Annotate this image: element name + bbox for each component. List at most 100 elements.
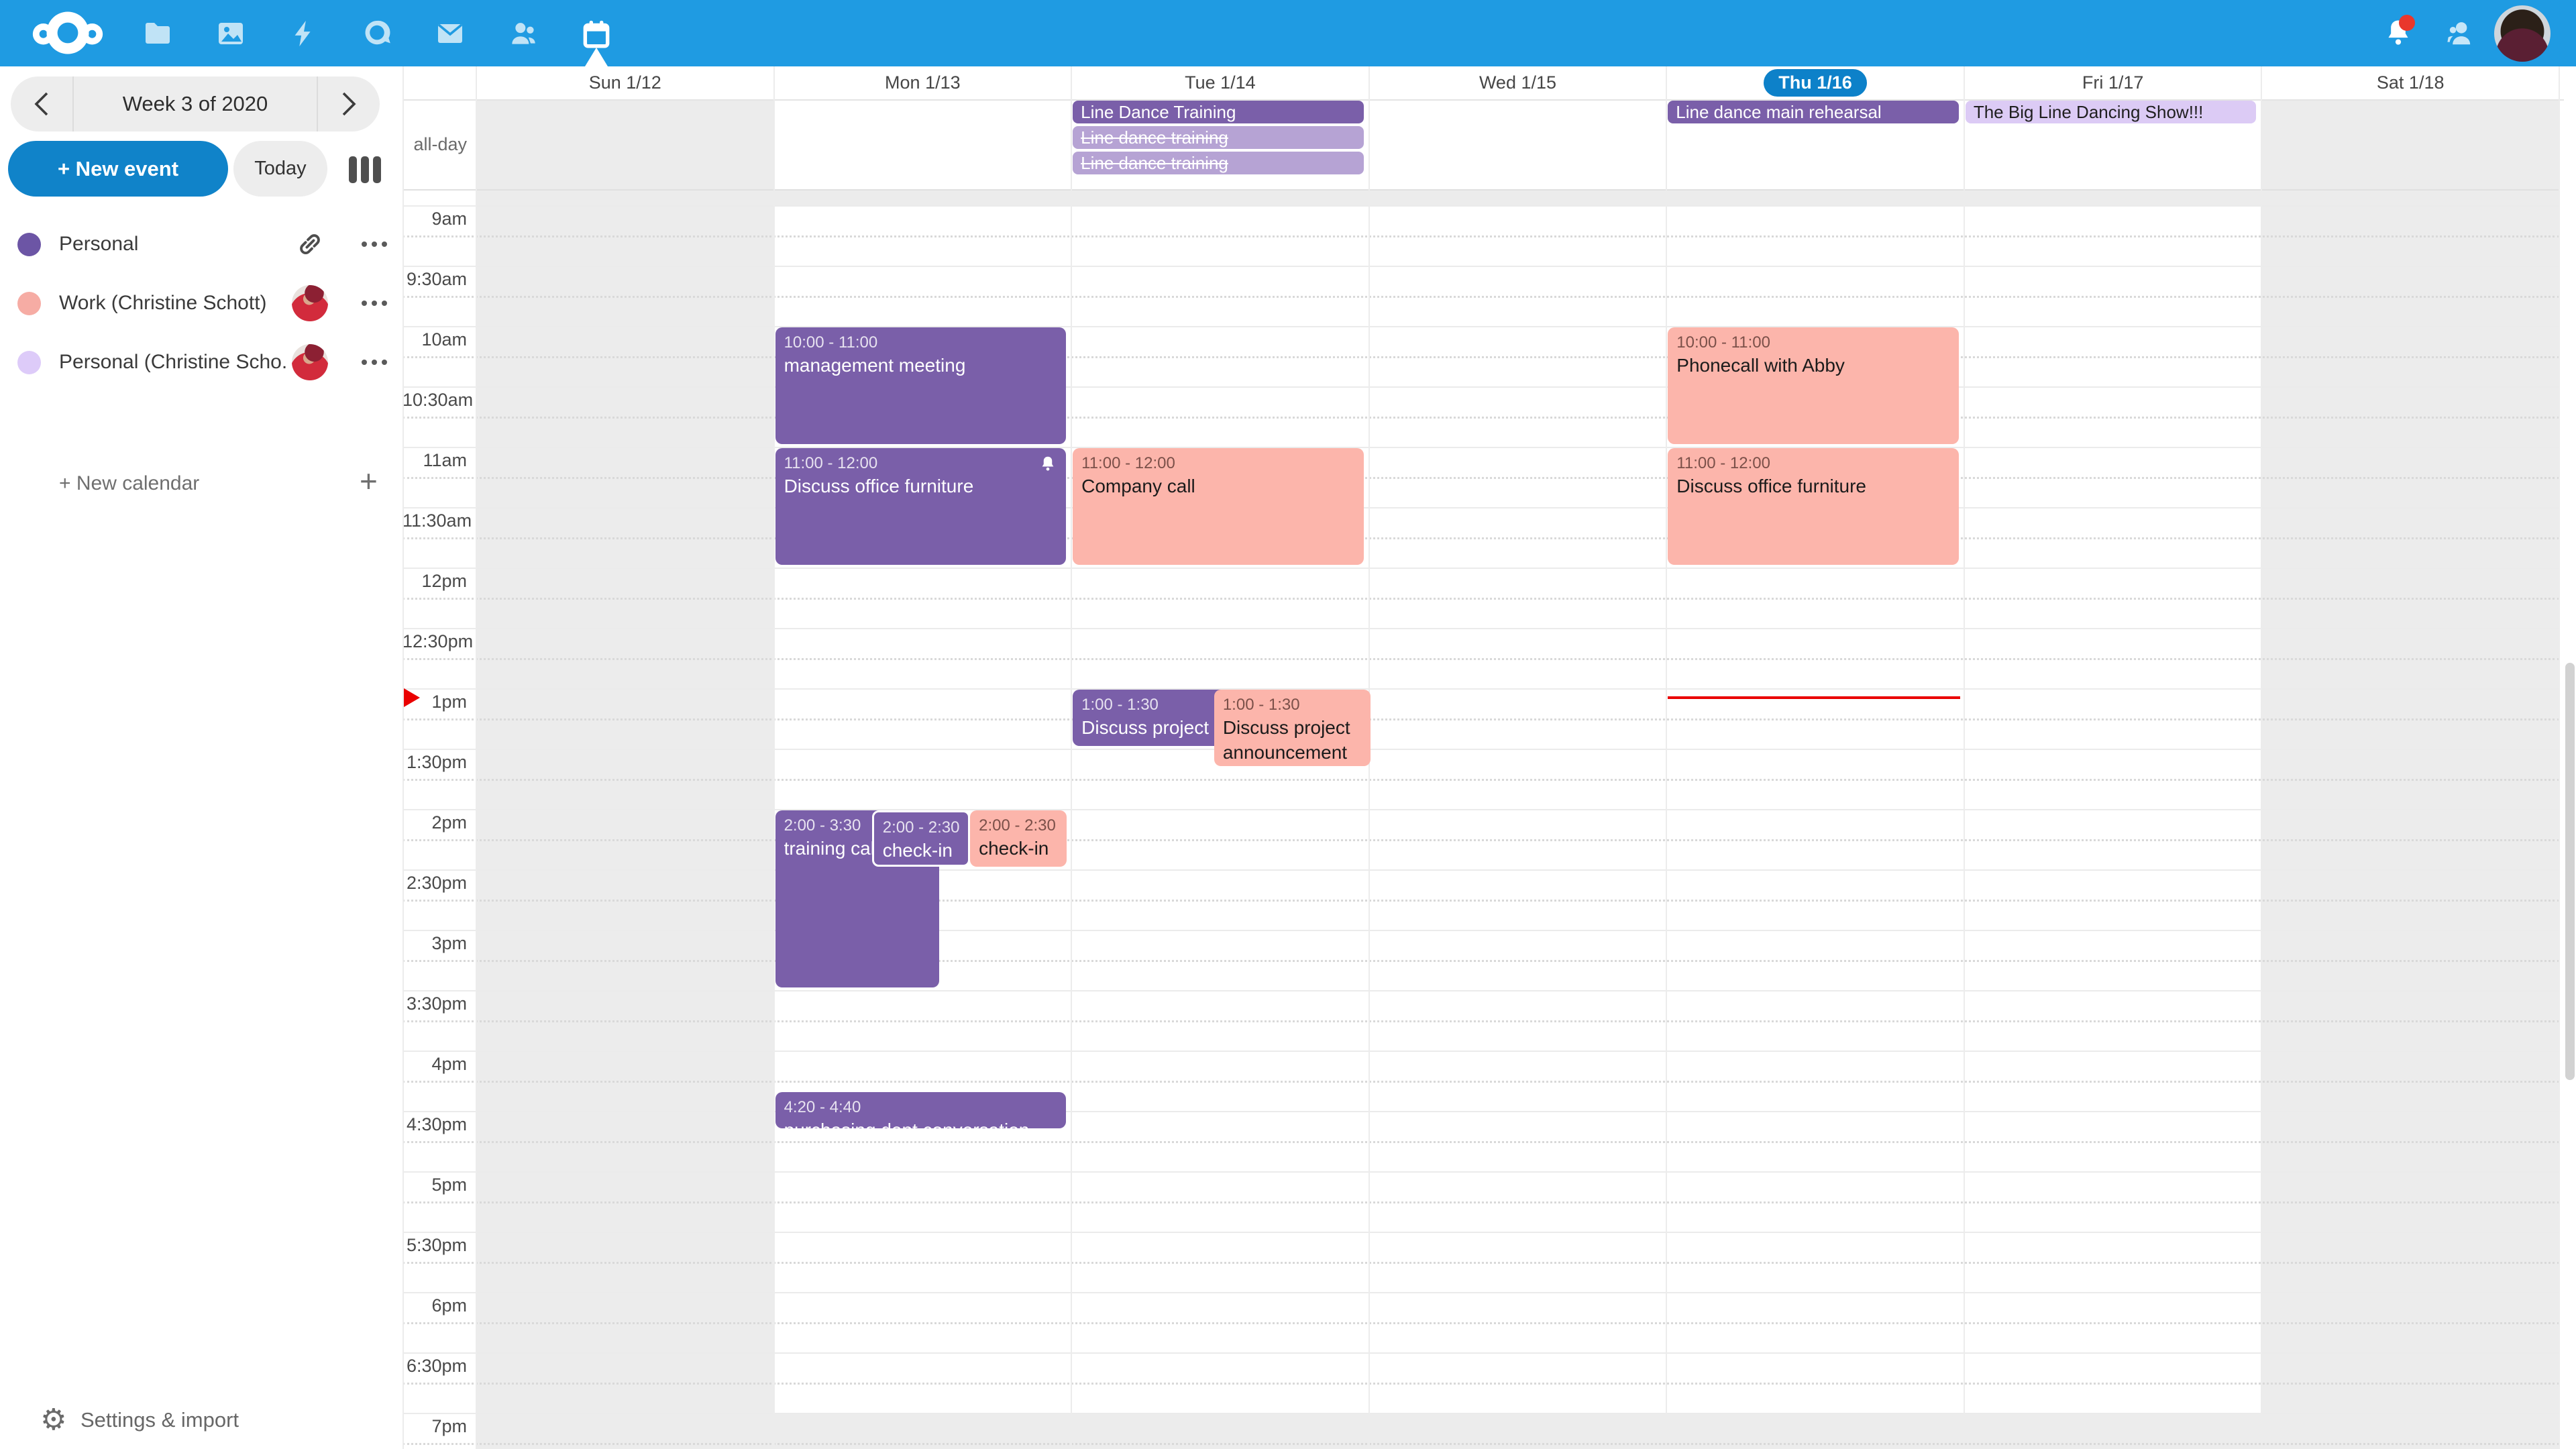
- day-header-sun[interactable]: Sun 1/12: [476, 66, 774, 99]
- event[interactable]: 11:00 - 12:00Discuss office furniture: [1668, 448, 1959, 565]
- day-header-tue[interactable]: Tue 1/14: [1071, 66, 1369, 99]
- quarter-line: [402, 839, 2559, 841]
- event-title: Phonecall with Abby: [1676, 354, 1950, 378]
- new-calendar-label: + New calendar: [59, 472, 199, 495]
- event-time: 11:00 - 12:00: [1081, 453, 1355, 474]
- shared-link-icon[interactable]: [291, 225, 329, 263]
- quarter-line: [402, 417, 2559, 419]
- column-divider: [1071, 66, 1072, 1449]
- column-divider: [773, 66, 775, 1449]
- nextcloud-logo[interactable]: [28, 9, 107, 56]
- day-header-fri[interactable]: Fri 1/17: [1964, 66, 2262, 99]
- topbar: [0, 0, 2576, 66]
- day-header-wed[interactable]: Wed 1/15: [1369, 66, 1667, 99]
- event[interactable]: 2:00 - 2:30check-in: [970, 810, 1067, 867]
- all-day-event[interactable]: The Big Line Dancing Show!!!: [1966, 101, 2257, 123]
- settings-label: Settings & import: [80, 1408, 239, 1432]
- before-hours-shading: [476, 189, 2559, 205]
- calendar-list-item[interactable]: Personal: [0, 215, 402, 274]
- calendar-app-icon[interactable]: [563, 0, 630, 66]
- calendar-actions-menu[interactable]: [354, 290, 394, 317]
- talk-app-icon[interactable]: [343, 0, 411, 66]
- time-label: 2pm: [402, 812, 467, 833]
- time-label: 10am: [402, 329, 467, 350]
- calendar-list-item[interactable]: Personal (Christine Scho...): [0, 333, 402, 392]
- time-label: 12pm: [402, 571, 467, 592]
- event[interactable]: 10:00 - 11:00management meeting: [775, 327, 1067, 444]
- notifications-bell-icon[interactable]: [2368, 0, 2428, 66]
- calendar-color-dot[interactable]: [17, 351, 41, 374]
- calendar-color-dot[interactable]: [17, 292, 41, 315]
- contacts-app-icon[interactable]: [490, 0, 557, 66]
- event[interactable]: 2:00 - 2:30check-in: [872, 810, 970, 867]
- event-time: 10:00 - 11:00: [784, 332, 1058, 354]
- event-title: check-in: [883, 839, 959, 863]
- quarter-line: [402, 1443, 2559, 1445]
- slot-line: [402, 1352, 2559, 1354]
- quarter-line: [402, 1262, 2559, 1264]
- event[interactable]: 10:00 - 11:00Phonecall with Abby: [1668, 327, 1959, 444]
- contacts-menu-icon[interactable]: [2430, 0, 2490, 66]
- slot-line: [402, 930, 2559, 931]
- event[interactable]: 11:00 - 12:00Company call: [1073, 448, 1364, 565]
- time-label: 9am: [402, 209, 467, 229]
- time-label: 11am: [402, 450, 467, 471]
- scrollbar[interactable]: [2564, 66, 2576, 1449]
- slot-line: [402, 749, 2559, 750]
- quarter-line: [402, 1141, 2559, 1143]
- allday-divider: [402, 189, 2559, 191]
- all-day-event[interactable]: Line dance main rehearsal: [1668, 101, 1959, 123]
- event[interactable]: 1:00 - 1:30Discuss project announcement: [1214, 690, 1371, 766]
- time-label: 6:30pm: [402, 1356, 467, 1377]
- current-time-arrow: [404, 688, 420, 707]
- quarter-line: [402, 1201, 2559, 1203]
- day-header-sat[interactable]: Sat 1/18: [2261, 66, 2559, 99]
- event-title: Discuss office furniture: [1676, 474, 1950, 499]
- event-time: 11:00 - 12:00: [784, 453, 1058, 474]
- calendar-name: Work (Christine Schott): [59, 292, 288, 315]
- column-divider: [476, 66, 477, 1449]
- time-label: 5pm: [402, 1175, 467, 1195]
- scrollbar-thumb[interactable]: [2565, 663, 2575, 1080]
- week-label[interactable]: Week 3 of 2020: [74, 92, 317, 116]
- all-day-event[interactable]: Line dance training: [1073, 152, 1364, 174]
- shared-by-avatar: [291, 284, 329, 322]
- calendar-actions-menu[interactable]: [354, 349, 394, 376]
- event[interactable]: 4:20 - 4:40purchasing dept conversation: [775, 1092, 1067, 1128]
- quarter-line: [402, 1383, 2559, 1385]
- previous-week-button[interactable]: [11, 76, 72, 131]
- calendar-actions-menu[interactable]: [354, 231, 394, 258]
- slot-line: [402, 628, 2559, 629]
- time-label: 5:30pm: [402, 1235, 467, 1256]
- slot-line: [402, 1111, 2559, 1112]
- slot-line: [402, 990, 2559, 991]
- time-label: 2:30pm: [402, 873, 467, 894]
- settings-import-button[interactable]: ⚙ Settings & import: [0, 1391, 402, 1449]
- slot-line: [402, 568, 2559, 569]
- view-mode-toggle[interactable]: [349, 156, 381, 183]
- day-header-thu[interactable]: Thu 1/16: [1666, 66, 1964, 99]
- day-header-mon[interactable]: Mon 1/13: [774, 66, 1072, 99]
- calendar-list-item[interactable]: Work (Christine Schott): [0, 274, 402, 333]
- files-app-icon[interactable]: [124, 0, 191, 66]
- photos-app-icon[interactable]: [197, 0, 264, 66]
- event-title: Discuss office furniture: [784, 474, 1058, 499]
- quarter-line: [402, 1020, 2559, 1022]
- all-day-event[interactable]: Line dance training: [1073, 126, 1364, 149]
- new-event-button[interactable]: + New event: [8, 141, 228, 197]
- active-app-indicator: [585, 48, 608, 66]
- event[interactable]: 11:00 - 12:00Discuss office furniture: [775, 448, 1067, 565]
- all-day-event[interactable]: Line Dance Training: [1073, 101, 1364, 123]
- time-label: 7pm: [402, 1416, 467, 1437]
- slot-line: [402, 1232, 2559, 1233]
- user-avatar[interactable]: [2494, 5, 2551, 62]
- time-label: 1:30pm: [402, 752, 467, 773]
- next-week-button[interactable]: [318, 76, 380, 131]
- today-button[interactable]: Today: [233, 141, 327, 197]
- sidebar: Week 3 of 2020 + New event Today Persona…: [0, 66, 404, 1449]
- new-calendar-button[interactable]: + New calendar +: [0, 456, 402, 515]
- calendar-color-dot[interactable]: [17, 233, 41, 256]
- activity-app-icon[interactable]: [270, 0, 337, 66]
- weekend-shading: [2261, 101, 2559, 1449]
- mail-app-icon[interactable]: [417, 0, 484, 66]
